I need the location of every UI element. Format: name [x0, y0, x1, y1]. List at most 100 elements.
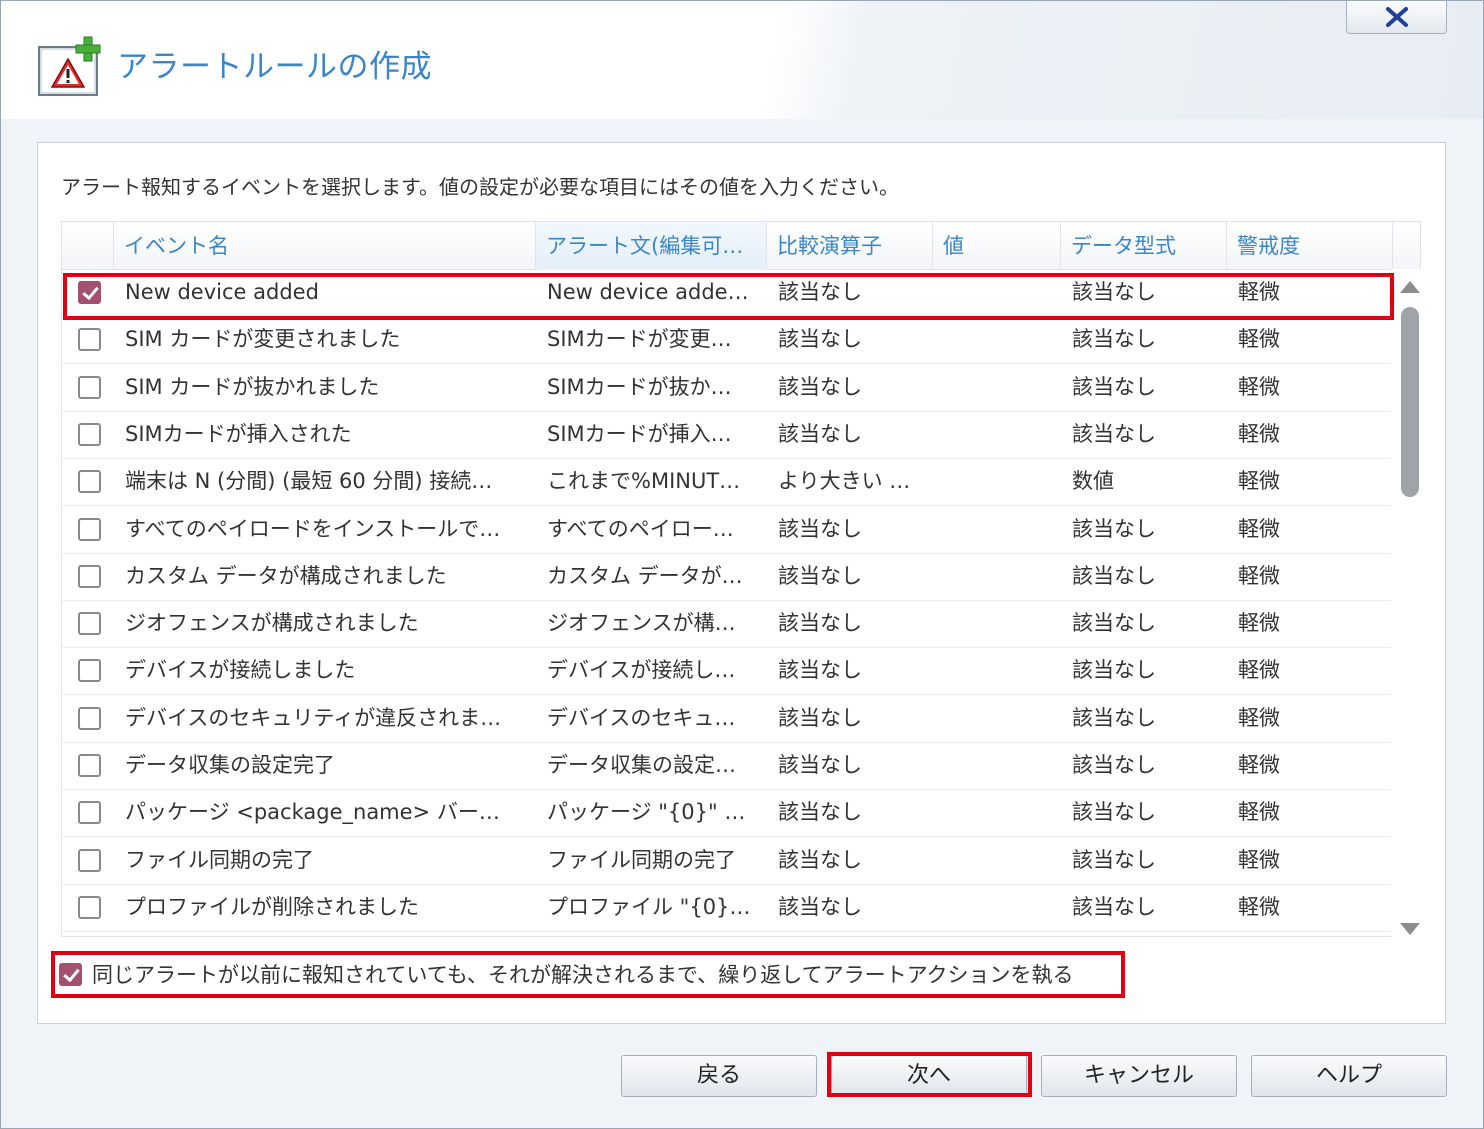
table-row[interactable]: データ収集の設定完了 データ収集の設定… 該当なし 該当なし 軽微 — [62, 743, 1392, 790]
event-name-cell: ファイル同期の完了 — [125, 847, 314, 872]
row-checkbox[interactable] — [78, 375, 101, 399]
back-button[interactable]: 戻る — [621, 1055, 817, 1097]
table-row[interactable]: SIM カードが変更されました SIMカードが変更… 該当なし 該当なし 軽微 — [62, 317, 1392, 365]
alert-text-cell: カスタム データが… — [547, 563, 743, 588]
alert-text-cell: SIMカードが挿入… — [547, 421, 732, 446]
row-checkbox[interactable] — [78, 422, 101, 446]
header-checkbox-column[interactable] — [62, 222, 114, 270]
table-row[interactable]: パッケージ <package_name> バー… パッケージ "{0}" … 該当な… — [62, 790, 1392, 838]
row-checkbox[interactable] — [78, 754, 101, 777]
header-alert-text[interactable]: アラート文(編集可… — [536, 222, 767, 270]
alert-text-cell: パッケージ "{0}" … — [547, 800, 746, 825]
data-type-cell: 該当なし — [1072, 753, 1156, 777]
alert-text-cell: プロファイル "{0}… — [547, 894, 751, 919]
table-row[interactable]: ファイル同期の完了 ファイル同期の完了 該当なし 該当なし 軽微 — [62, 838, 1392, 885]
dialog-title: アラートルールの作成 — [117, 49, 432, 85]
value-cell[interactable] — [944, 743, 1064, 790]
row-checkbox[interactable] — [78, 895, 101, 919]
operator-cell: 該当なし — [778, 327, 862, 352]
severity-cell: 軽微 — [1238, 374, 1280, 399]
row-checkbox[interactable] — [78, 848, 101, 872]
value-cell[interactable] — [944, 412, 1064, 459]
header-data-type[interactable]: データ型式 — [1061, 222, 1227, 270]
value-cell[interactable] — [944, 270, 1064, 317]
row-checkbox[interactable] — [78, 801, 101, 825]
row-checkbox[interactable] — [78, 564, 101, 588]
row-checkbox[interactable] — [78, 706, 101, 730]
severity-cell: 軽微 — [1238, 563, 1280, 588]
severity-cell: 軽微 — [1238, 658, 1280, 683]
severity-cell: 軽微 — [1238, 469, 1280, 494]
data-type-cell: 該当なし — [1072, 563, 1156, 588]
value-cell[interactable] — [944, 459, 1064, 506]
row-checkbox[interactable] — [78, 328, 101, 352]
repeat-alert-checkbox[interactable] — [59, 962, 82, 986]
value-cell[interactable] — [944, 885, 1064, 932]
value-cell[interactable] — [944, 365, 1064, 412]
row-checkbox[interactable] — [78, 517, 101, 541]
value-cell[interactable] — [944, 648, 1064, 695]
alert-text-cell: デバイスのセキュ… — [547, 705, 736, 730]
header-severity[interactable]: 警戒度 — [1227, 222, 1393, 270]
row-checkbox[interactable] — [78, 612, 101, 636]
value-cell[interactable] — [944, 790, 1064, 837]
next-button[interactable]: 次へ — [831, 1055, 1027, 1097]
repeat-alert-option[interactable]: 同じアラートが以前に報知されていても、それが解決されるまで、繰り返してアラートア… — [59, 957, 1074, 991]
grid-header: イベント名 アラート文(編集可… 比較演算子 値 データ型式 警戒度 — [62, 222, 1420, 270]
table-row[interactable]: ジオフェンスが構成されました ジオフェンスが構… 該当なし 該当なし 軽微 — [62, 601, 1392, 649]
row-checkbox[interactable] — [78, 470, 101, 494]
help-button[interactable]: ヘルプ — [1251, 1055, 1447, 1097]
table-row[interactable]: カスタム データが構成されました カスタム データが… 該当なし 該当なし 軽微 — [62, 554, 1392, 601]
scroll-down-icon[interactable] — [1400, 923, 1420, 935]
scroll-up-icon[interactable] — [1400, 281, 1420, 293]
operator-cell: 該当なし — [778, 658, 862, 683]
alert-text-cell: New device adde… — [547, 280, 749, 304]
value-cell[interactable] — [944, 554, 1064, 601]
value-cell[interactable] — [944, 317, 1064, 364]
operator-cell: 該当なし — [778, 800, 862, 825]
cancel-button[interactable]: キャンセル — [1041, 1055, 1237, 1097]
table-row[interactable]: SIM カードが抜かれました SIMカードが抜か… 該当なし 該当なし 軽微 — [62, 365, 1392, 412]
operator-cell: 該当なし — [778, 563, 862, 588]
close-button[interactable] — [1346, 1, 1447, 34]
operator-cell: 該当なし — [778, 516, 862, 541]
value-cell[interactable] — [944, 601, 1064, 648]
table-row[interactable]: すべてのペイロードをインストールで… すべてのペイロー… 該当なし 該当なし 軽微 — [62, 507, 1392, 554]
row-checkbox[interactable] — [78, 281, 101, 304]
alert-text-cell: デバイスが接続し… — [547, 658, 736, 683]
dialog-window: アラートルールの作成 アラート報知するイベントを選択します。値の設定が必要な項目… — [0, 0, 1484, 1129]
header-value[interactable]: 値 — [933, 222, 1061, 270]
value-cell[interactable] — [944, 507, 1064, 554]
value-cell[interactable] — [944, 696, 1064, 743]
table-row[interactable]: デバイスが接続しました デバイスが接続し… 該当なし 該当なし 軽微 — [62, 648, 1392, 696]
alert-text-cell: ジオフェンスが構… — [547, 611, 736, 636]
table-row[interactable]: プロファイルが削除されました プロファイル "{0}… 該当なし 該当なし 軽微 — [62, 885, 1392, 932]
table-row[interactable]: New device added New device adde… 該当なし 該当なし… — [62, 270, 1392, 317]
event-name-cell: ジオフェンスが構成されました — [125, 611, 419, 636]
event-name-cell: すべてのペイロードをインストールで… — [125, 516, 501, 541]
alert-text-cell: すべてのペイロー… — [547, 516, 734, 541]
operator-cell: 該当なし — [778, 847, 862, 872]
header-event-name[interactable]: イベント名 — [114, 222, 536, 270]
table-row[interactable]: 端末は N (分間) (最短 60 分間) 接続… これまで%MINUT… より大き… — [62, 459, 1392, 507]
operator-cell: 該当なし — [778, 894, 862, 919]
event-name-cell: カスタム データが構成されました — [125, 563, 447, 588]
severity-cell: 軽微 — [1238, 421, 1280, 446]
table-row[interactable]: SIMカードが挿入された SIMカードが挿入… 該当なし 該当なし 軽微 — [62, 412, 1392, 459]
severity-cell: 軽微 — [1238, 847, 1280, 872]
event-name-cell: データ収集の設定完了 — [125, 753, 335, 777]
operator-cell: より大きい … — [778, 469, 911, 494]
header-operator[interactable]: 比較演算子 — [767, 222, 933, 270]
row-checkbox[interactable] — [78, 659, 101, 683]
data-type-cell: 該当なし — [1072, 516, 1156, 541]
value-cell[interactable] — [944, 838, 1064, 885]
alert-text-cell: データ収集の設定… — [547, 753, 736, 777]
event-grid: イベント名 アラート文(編集可… 比較演算子 値 データ型式 警戒度 New d… — [61, 221, 1421, 937]
severity-cell: 軽微 — [1238, 753, 1280, 777]
event-name-cell: プロファイルが削除されました — [125, 894, 419, 919]
scroll-thumb[interactable] — [1401, 307, 1419, 497]
event-name-cell: New device added — [125, 280, 319, 304]
repeat-alert-label: 同じアラートが以前に報知されていても、それが解決されるまで、繰り返してアラートア… — [92, 963, 1074, 987]
alert-text-cell: ファイル同期の完了 — [547, 847, 736, 872]
table-row[interactable]: デバイスのセキュリティが違反されま… デバイスのセキュ… 該当なし 該当なし 軽微 — [62, 696, 1392, 743]
